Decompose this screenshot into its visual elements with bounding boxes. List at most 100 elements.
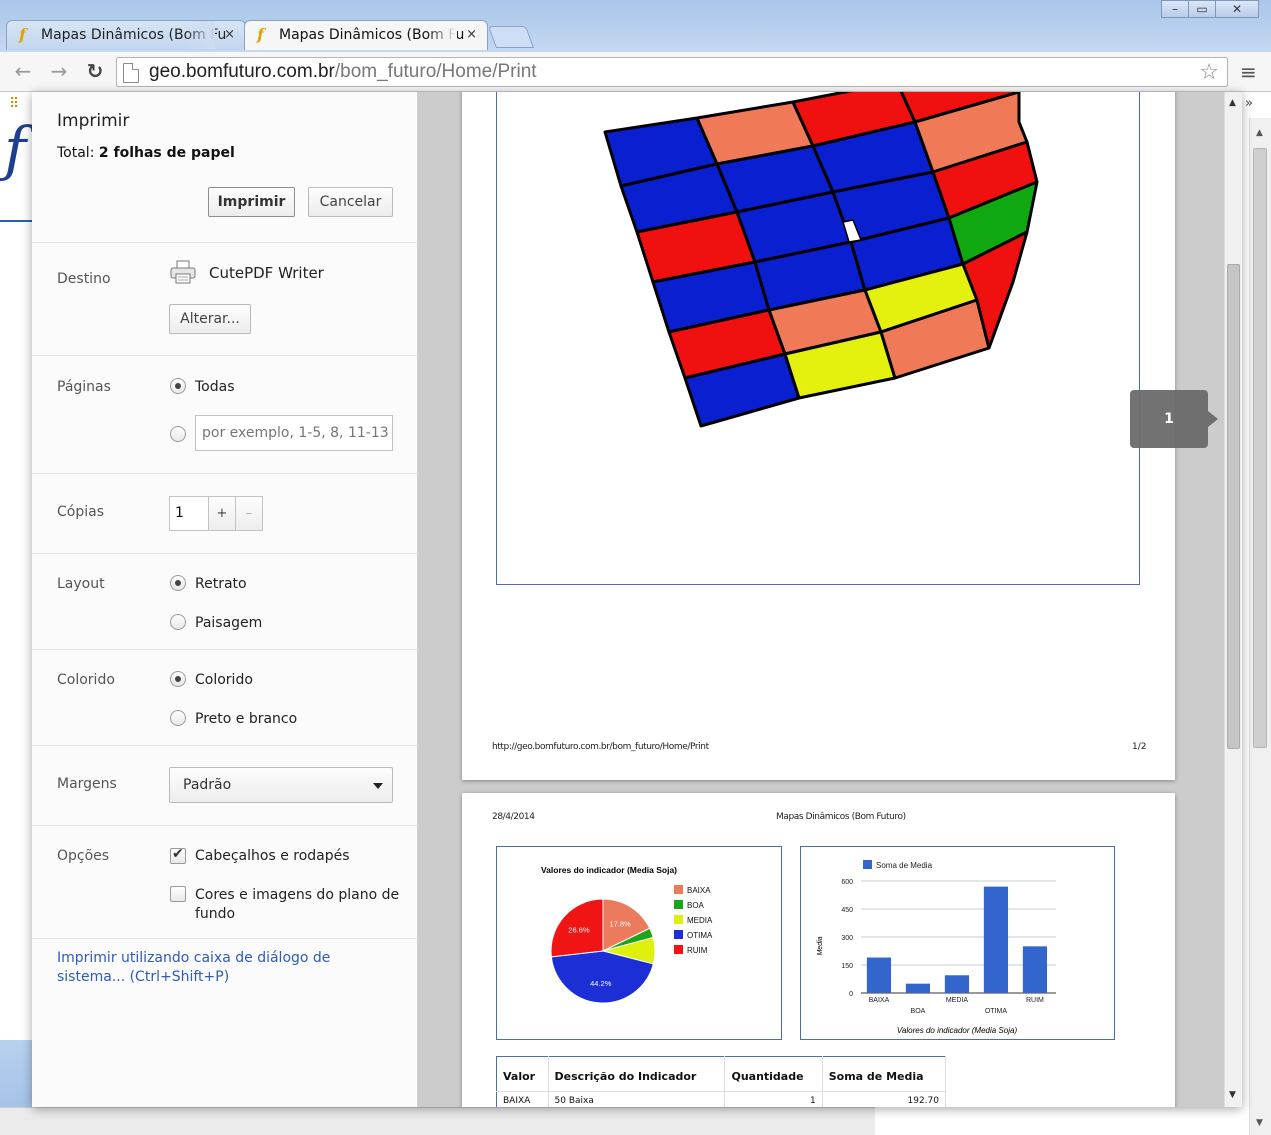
new-tab-button[interactable]	[487, 26, 535, 48]
close-window-icon[interactable]: ✕	[1215, 0, 1259, 18]
legend-swatch	[674, 945, 683, 954]
scroll-up-icon[interactable]: ▲	[1256, 128, 1263, 138]
bar-chart: Soma de Media 0 150 300 450 600 BAIXA BOA MEDI…	[817, 860, 1056, 1035]
copies-increment-button[interactable]: +	[208, 496, 236, 531]
table-header: Soma de Media	[822, 1056, 947, 1092]
landscape-label: Paisagem	[195, 615, 263, 631]
minimize-icon[interactable]: –	[1161, 0, 1189, 18]
copies-label: Cópias	[57, 504, 104, 520]
table-cell: BAIXA	[496, 1091, 549, 1107]
url-path: /bom_futuro/Home/Print	[334, 61, 537, 82]
url-host: geo.bomfuturo.com.br	[149, 61, 335, 82]
preview-scrollbar-thumb[interactable]	[1227, 264, 1240, 749]
x-tick-label: RUIM	[1026, 997, 1044, 1004]
pages-all-label: Todas	[195, 379, 235, 395]
legend-swatch	[674, 915, 683, 924]
scroll-down-icon[interactable]: ▼	[1229, 1090, 1236, 1100]
arrow-left-icon[interactable]: ←	[12, 60, 34, 82]
table-cell: 192.70	[822, 1091, 947, 1107]
margins-dropdown[interactable]: Padrão	[169, 767, 393, 803]
destination-section: Destino	[32, 242, 418, 355]
options-label: Opções	[57, 848, 110, 864]
bar-chart-ylabel: Media	[817, 936, 824, 955]
destination-label: Destino	[57, 271, 111, 287]
change-destination-button[interactable]: Alterar...	[169, 304, 251, 334]
pie-slice-label: 17.8%	[609, 920, 631, 929]
preview-scrollbar[interactable]: ▲ ▼	[1224, 92, 1242, 1107]
margins-label: Margens	[57, 776, 117, 792]
reload-icon[interactable]: ↻	[84, 60, 106, 82]
y-tick-label: 600	[841, 879, 853, 886]
print-button[interactable]: Imprimir	[208, 187, 295, 217]
page-header-title: Mapas Dinâmicos (Bom Futuro)	[776, 812, 906, 822]
tab-strip: f Mapas Dinâmicos (Bom Fu × f Mapas Dinâ…	[0, 0, 1271, 52]
legend-label: MEDIA	[687, 916, 713, 925]
bar-chart-xlabel: Valores do indicador (Media Soja)	[897, 1026, 1018, 1035]
close-tab-icon[interactable]: ×	[224, 21, 235, 49]
maximize-icon[interactable]: ▭	[1188, 0, 1216, 18]
pie-chart: Valores do indicador (Media Soja) 17.8% 4…	[541, 865, 713, 1004]
bar	[1022, 946, 1048, 993]
scroll-up-icon[interactable]: ▲	[1229, 98, 1236, 108]
color-section: Colorido Colorido Preto e branco	[32, 649, 418, 745]
black-white-radio[interactable]	[170, 710, 186, 726]
preview-page-2: 28/4/2014 Mapas Dinâmicos (Bom Futuro) V…	[462, 793, 1175, 1107]
legend-label: Soma de Media	[876, 861, 933, 870]
toolbar: ← → ↻ geo.bomfuturo.com.br/bom_futuro/Ho…	[0, 52, 1271, 92]
bar	[983, 886, 1009, 993]
scroll-down-icon[interactable]: ▼	[1256, 1118, 1263, 1128]
table-row: BAIXA 50 Baixa 1 192.70	[496, 1091, 947, 1107]
pages-range-radio[interactable]	[170, 426, 186, 442]
pages-range-input[interactable]	[195, 415, 393, 451]
x-tick-label: OTIMA	[985, 1008, 1007, 1015]
chevron-double-right-icon[interactable]: »	[1245, 96, 1253, 111]
y-tick-label: 300	[841, 935, 853, 942]
tab-1[interactable]: f Mapas Dinâmicos (Bom Fu ×	[6, 20, 246, 50]
page-footer-url: http://geo.bomfuturo.com.br/bom_futuro/H…	[492, 742, 709, 752]
color-radio[interactable]	[170, 671, 186, 687]
printer-name: CutePDF Writer	[209, 264, 324, 282]
page-header-date: 28/4/2014	[492, 812, 535, 822]
dialog-title: Imprimir	[57, 111, 130, 131]
divider	[32, 938, 418, 939]
star-icon[interactable]: ☆	[1199, 60, 1219, 85]
map-frame	[496, 92, 1140, 585]
close-tab-icon[interactable]: ×	[466, 21, 477, 49]
table-cell: 50 Baixa	[548, 1091, 726, 1107]
hamburger-menu-icon[interactable]: ≡	[1240, 62, 1257, 82]
address-bar[interactable]: geo.bomfuturo.com.br/bom_futuro/Home/Pri…	[116, 57, 1228, 87]
background-graphics-checkbox[interactable]	[170, 886, 186, 902]
print-dialog: Imprimir Total: 2 folhas de papel Imprim…	[32, 92, 1242, 1107]
page-scrollbar[interactable]: ▲ ▼	[1249, 118, 1271, 1135]
pages-all-radio[interactable]	[170, 378, 186, 394]
x-tick-label: BAIXA	[869, 997, 890, 1004]
background-footer-bar	[0, 1107, 875, 1135]
y-tick-label: 450	[841, 907, 853, 914]
arrow-right-icon[interactable]: →	[48, 60, 70, 82]
table-header-row: Valor Descrição do Indicador Quantidade …	[496, 1056, 947, 1092]
legend-label: BOA	[687, 901, 705, 910]
apps-icon[interactable]: ⠿	[9, 96, 19, 112]
copies-input[interactable]: 1	[169, 496, 209, 531]
table-header: Quantidade	[724, 1056, 823, 1092]
color-option-label: Colorido	[195, 672, 253, 688]
cancel-button[interactable]: Cancelar	[308, 187, 393, 217]
y-tick-label: 150	[841, 963, 853, 970]
legend-swatch	[674, 900, 683, 909]
layout-section: Layout Retrato Paisagem	[32, 553, 418, 649]
field-map	[603, 92, 1039, 428]
tab-2[interactable]: f Mapas Dinâmicos (Bom Fu ×	[244, 20, 488, 50]
landscape-radio[interactable]	[170, 614, 186, 630]
copies-decrement-button[interactable]: –	[235, 496, 263, 531]
margins-value: Padrão	[183, 777, 232, 793]
portrait-radio[interactable]	[170, 575, 186, 591]
page-scrollbar-thumb[interactable]	[1253, 148, 1267, 748]
headers-footers-checkbox[interactable]	[170, 846, 186, 864]
legend-label: OTIMA	[687, 931, 713, 940]
system-dialog-link[interactable]: Imprimir utilizando caixa de diálogo de …	[57, 949, 397, 987]
options-section: Opções Cabeçalhos e rodapés Cores e imag…	[32, 825, 418, 938]
pages-label: Páginas	[57, 379, 111, 395]
total-sheets-value: 2 folhas de papel	[98, 145, 235, 161]
pie-slice-label: 44.2%	[590, 979, 612, 988]
pages-section: Páginas Todas	[32, 355, 418, 473]
